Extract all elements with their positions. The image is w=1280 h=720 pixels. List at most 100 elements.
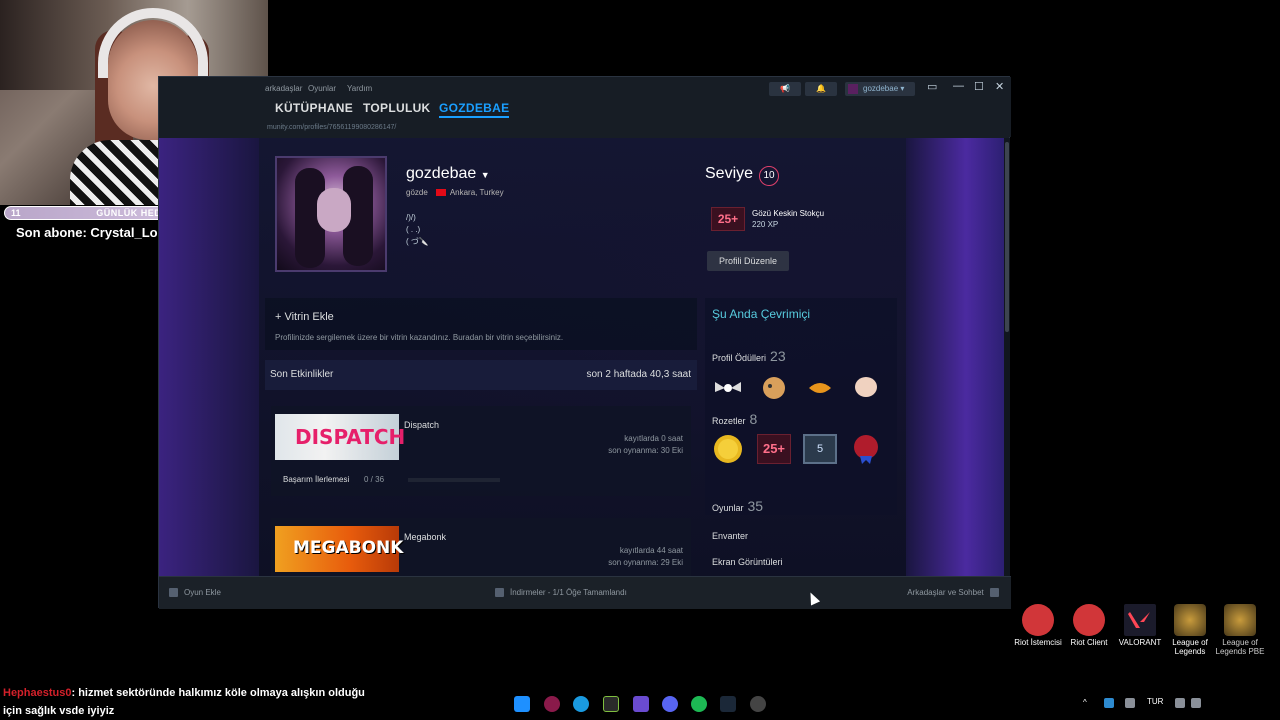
profile-background: gozdebae ▼ gözde Ankara, Turkey /)/) ( .… (159, 138, 1004, 576)
hours-total: kayıtlarda 44 saat (619, 546, 683, 555)
downloads-button[interactable]: İndirmeler - 1/1 Öğe Tamamlandı (495, 588, 627, 598)
steam-bottom-bar: Oyun Ekle İndirmeler - 1/1 Öğe Tamamland… (159, 576, 1011, 609)
maximize-icon[interactable]: ☐ (974, 80, 984, 93)
award-egg-icon[interactable] (849, 374, 883, 400)
nav-library[interactable]: KÜTÜPHANE (275, 101, 353, 115)
spotify-icon[interactable] (691, 696, 707, 712)
awards-label: Profil Ödülleri (712, 353, 767, 363)
desktop-icon-label: League of Legends PBE (1215, 638, 1265, 656)
turkey-flag-icon (436, 189, 447, 197)
badge-years-icon[interactable]: 5 (803, 434, 837, 464)
game-name[interactable]: Dispatch (404, 420, 439, 430)
games-label: Oyunlar (712, 503, 744, 513)
user-menu-button[interactable]: gozdebae ▾ (845, 82, 915, 96)
badges-label: Rozetler (712, 416, 746, 426)
inventory-link[interactable]: Envanter (712, 531, 748, 541)
dispatch-logo: DISPATCH (295, 425, 406, 449)
desktop-icon-riot-istemcisi[interactable]: Riot İstemcisi (1011, 604, 1065, 647)
game-card-dispatch: DISPATCH Dispatch kayıtlarda 0 saat son … (271, 406, 691, 496)
badge-seal-icon[interactable] (849, 434, 883, 464)
friends-icon (990, 588, 999, 598)
achievement-label: Başarım İlerlemesi (283, 475, 350, 484)
level-label: Seviye (705, 165, 754, 182)
profile-realname: gözde Ankara, Turkey (406, 188, 504, 197)
desktop-icon-lol-pbe[interactable]: League of Legends PBE (1213, 604, 1267, 656)
desktop-icon-riot-client[interactable]: Riot Client (1062, 604, 1116, 647)
recent-activity-hours: son 2 haftada 40,3 saat (586, 369, 691, 380)
hours-total: kayıtlarda 0 saat (624, 434, 683, 443)
desktop-icon-label: Riot İstemcisi (1014, 638, 1062, 647)
riot-icon (1073, 604, 1105, 636)
nvidia-icon[interactable] (603, 696, 619, 712)
language-indicator[interactable]: TUR (1147, 697, 1163, 706)
game-card-megabonk: MEGABONK Megabonk kayıtlarda 44 saat son… (271, 518, 691, 576)
level-badge: 10 (759, 166, 779, 186)
badges-link[interactable]: Rozetler 8 (712, 411, 757, 427)
profile-scrollbar[interactable] (1004, 138, 1010, 576)
vscode-icon[interactable] (633, 696, 649, 712)
showcase-title[interactable]: + Vitrin Ekle (275, 311, 334, 323)
badge-coin-icon[interactable] (711, 434, 745, 464)
opera-icon[interactable] (544, 696, 560, 712)
edge-icon[interactable] (573, 696, 589, 712)
tray-app-icon[interactable] (1104, 698, 1114, 708)
profile-bio: /)/) ( . .) ( づ🔪 (406, 213, 429, 246)
game-hours: kayıtlarda 44 saat son oynanma: 29 Eki (608, 545, 683, 569)
favorite-badge-xp: 220 XP (752, 220, 779, 229)
badge-25-icon[interactable]: 25+ (757, 434, 791, 464)
badges-count: 8 (749, 411, 758, 427)
favorite-badge-icon[interactable]: 25+ (711, 207, 745, 231)
user-menu-label: gozdebae (863, 84, 899, 93)
big-picture-icon[interactable]: ▭ (927, 80, 937, 93)
award-fish-icon[interactable] (803, 374, 837, 400)
nav-profile[interactable]: GOZDEBAE (439, 101, 510, 118)
online-status: Şu Anda Çevrimiçi (712, 307, 811, 321)
nav-community[interactable]: TOPLULUK (363, 101, 431, 115)
notifications-button[interactable]: 🔔 (805, 82, 837, 96)
download-icon (495, 588, 504, 598)
bell-icon: 🔔 (816, 84, 826, 93)
desktop-icon-label: Riot Client (1070, 638, 1108, 647)
desktop-icon-valorant[interactable]: VALORANT (1113, 604, 1167, 647)
megabonk-capsule[interactable]: MEGABONK (275, 526, 403, 572)
desktop-icon-lol[interactable]: League of Legends (1163, 604, 1217, 656)
minimize-icon[interactable]: — (953, 80, 964, 92)
menu-friends[interactable]: arkadaşlar (265, 84, 302, 93)
games-count: 35 (747, 498, 764, 514)
menu-games[interactable]: Oyunlar (308, 84, 336, 93)
award-cat-icon[interactable] (757, 374, 791, 400)
profile-name-text: gozdebae (406, 165, 477, 182)
tray-chevron-icon[interactable]: ^ (1083, 698, 1093, 708)
close-icon[interactable]: ✕ (995, 80, 1004, 93)
network-icon[interactable] (1175, 698, 1185, 708)
steam-window: arkadaşlar Oyunlar Yardım KÜTÜPHANE TOPL… (158, 76, 1011, 609)
showcase-add[interactable]: + Vitrin Ekle Profilinizde sergilemek üz… (265, 298, 697, 350)
profile-awards-link[interactable]: Profil Ödülleri 23 (712, 348, 786, 364)
user-avatar-icon (848, 84, 858, 94)
steam-icon[interactable] (720, 696, 736, 712)
volume-icon[interactable] (1191, 698, 1201, 708)
riot-icon (1022, 604, 1054, 636)
plus-icon (169, 588, 178, 598)
add-game-button[interactable]: Oyun Ekle (169, 588, 221, 598)
dispatch-capsule[interactable]: DISPATCH (275, 414, 405, 460)
league-pbe-icon (1224, 604, 1256, 636)
game-name[interactable]: Megabonk (404, 532, 446, 542)
discord-icon[interactable] (662, 696, 678, 712)
games-link[interactable]: Oyunlar 35 (712, 498, 763, 514)
last-subscriber: Son abone: Crystal_LoL (16, 225, 166, 240)
award-wings-icon[interactable] (711, 374, 745, 400)
friends-chat-button[interactable]: Arkadaşlar ve Sohbet (907, 588, 999, 598)
megabonk-logo: MEGABONK (293, 538, 404, 558)
screenshots-link[interactable]: Ekran Görüntüleri (712, 557, 783, 567)
menu-help[interactable]: Yardım (347, 84, 372, 93)
windows-start-icon[interactable] (514, 696, 530, 712)
profile-sidebar: Şu Anda Çevrimiçi Profil Ödülleri 23 Roze… (705, 298, 897, 515)
edit-profile-button[interactable]: Profili Düzenle (707, 251, 789, 271)
obs-icon[interactable] (750, 696, 766, 712)
announcement-button[interactable]: 📢 (769, 82, 801, 96)
microphone-icon[interactable] (1125, 698, 1135, 708)
game-hours: kayıtlarda 0 saat son oynanma: 30 Eki (608, 433, 683, 457)
url-bar: munity.com/profiles/76561199080286147/ (267, 124, 397, 131)
profile-name[interactable]: gozdebae ▼ (406, 165, 490, 183)
